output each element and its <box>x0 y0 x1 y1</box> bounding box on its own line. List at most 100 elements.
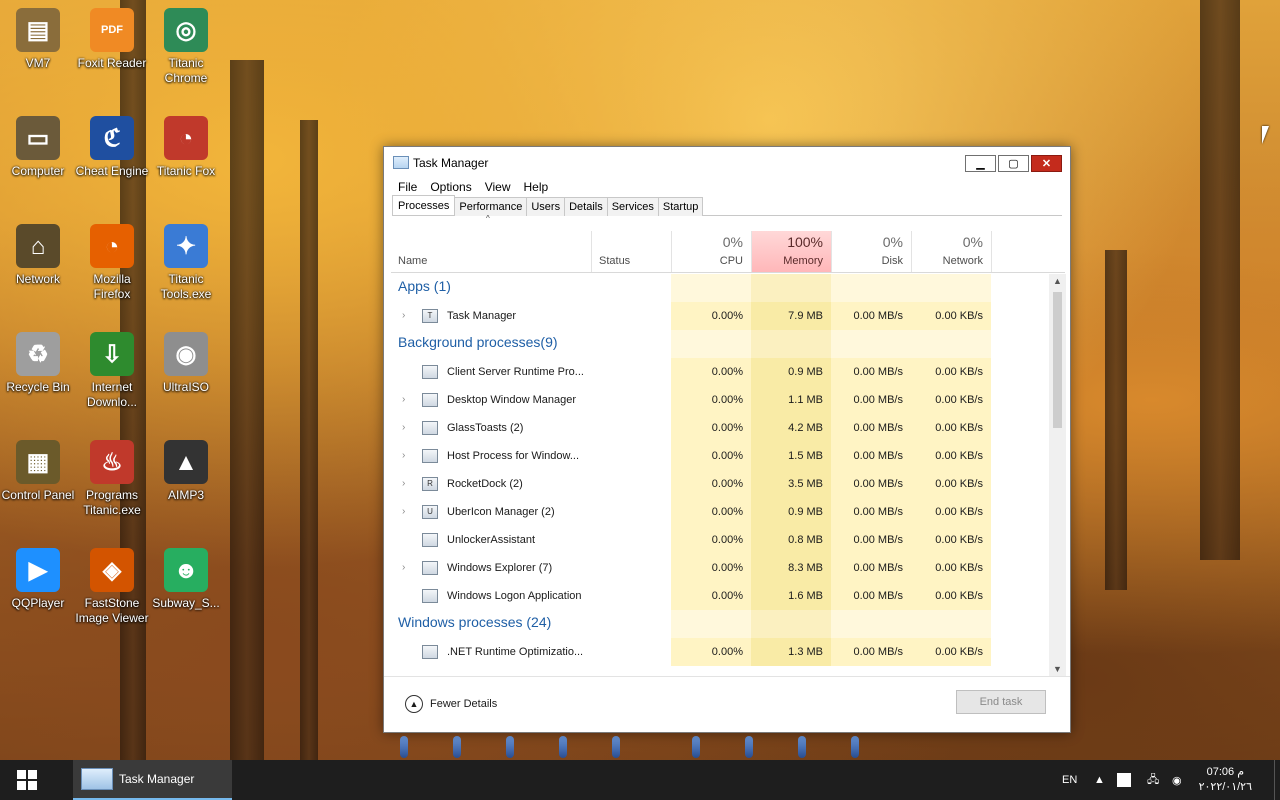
scroll-down-icon[interactable]: ▼ <box>1053 664 1062 674</box>
dock-item[interactable] <box>798 736 806 758</box>
desktop-icon[interactable]: ♻ Recycle Bin <box>0 328 76 395</box>
desktop-icon[interactable]: ☻ Subway_S... <box>148 544 224 611</box>
tray-chevron-icon[interactable]: ▲ <box>1094 760 1105 800</box>
memory-cell <box>751 274 831 302</box>
menu-file[interactable]: File <box>392 178 424 196</box>
dock-item[interactable] <box>612 736 620 758</box>
chevron-right-icon[interactable]: › <box>402 394 405 405</box>
table-row[interactable]: › Host Process for Window... 0.00% 1.5 MB 0.… <box>391 442 1065 470</box>
scroll-up-icon[interactable]: ▲ <box>1053 276 1062 286</box>
column-status[interactable]: Status <box>592 231 671 272</box>
desktop-icon[interactable]: ▶ QQPlayer <box>0 544 76 611</box>
firefox-icon: ◔ <box>90 224 134 268</box>
desktop-icon[interactable]: ▲ AIMP3 <box>148 436 224 503</box>
chevron-right-icon[interactable]: › <box>402 450 405 461</box>
group-header-row[interactable]: Apps (1) <box>391 274 1065 302</box>
column-disk[interactable]: 0% Disk <box>832 231 911 272</box>
desktop-icon[interactable]: ⌂ Network <box>0 220 76 287</box>
group-header-row[interactable]: Background processes(9) <box>391 330 1065 358</box>
chevron-right-icon[interactable]: › <box>402 506 405 517</box>
menu-help[interactable]: Help <box>518 178 556 196</box>
dock-item[interactable] <box>559 736 567 758</box>
network-tray-icon[interactable]: 🖧 <box>1147 760 1159 800</box>
dock-item[interactable] <box>851 736 859 758</box>
table-row[interactable]: › T Task Manager 0.00% 7.9 MB 0.00 MB/s 0.00 K… <box>391 302 1065 330</box>
network-cell <box>911 330 991 358</box>
volume-tray-icon[interactable]: ◉ <box>1172 760 1182 800</box>
column-divider[interactable] <box>991 231 992 272</box>
dock-item[interactable] <box>453 736 461 758</box>
desktop-icon[interactable]: ▤ VM7 <box>0 4 76 71</box>
fewer-details-button[interactable]: ▲ Fewer Details <box>405 695 497 713</box>
column-cpu[interactable]: 0% CPU <box>672 231 751 272</box>
desktop-icon[interactable]: ▦ Control Panel <box>0 436 76 503</box>
dock-item[interactable] <box>745 736 753 758</box>
desktop-icon[interactable]: ◔ Mozilla Firefox <box>74 220 150 302</box>
start-button[interactable] <box>0 760 54 800</box>
table-row[interactable]: Windows Logon Application 0.00% 1.6 MB 0.00… <box>391 582 1065 610</box>
table-row[interactable]: › U UberIcon Manager (2) 0.00% 0.9 MB 0.00 MB… <box>391 498 1065 526</box>
network-cell: 0.00 KB/s <box>911 358 991 386</box>
tab-details[interactable]: Details <box>564 197 608 216</box>
memory-cell <box>751 330 831 358</box>
clock-time: 07:06 م <box>1206 766 1244 778</box>
memory-cell: 8.3 MB <box>751 554 831 582</box>
menu-options[interactable]: Options <box>424 178 478 196</box>
column-network[interactable]: 0% Network <box>912 231 991 272</box>
language-indicator[interactable]: EN <box>1062 760 1077 800</box>
tab-performance[interactable]: Performance <box>454 197 528 216</box>
table-row[interactable]: UnlockerAssistant 0.00% 0.8 MB 0.00 MB/s 0.0… <box>391 526 1065 554</box>
column-memory[interactable]: 100% Memory <box>752 231 831 272</box>
action-center-icon[interactable] <box>1117 760 1131 800</box>
title-bar[interactable]: Task Manager ▁ ▢ ✕ <box>384 147 1070 179</box>
desktop-icon[interactable]: ♨ Programs Titanic.exe <box>74 436 150 518</box>
tab-processes[interactable]: Processes <box>392 195 456 215</box>
dock-item[interactable] <box>400 736 408 758</box>
maximize-button[interactable]: ▢ <box>998 155 1029 172</box>
chevron-right-icon[interactable]: › <box>402 422 405 433</box>
cpu-cell: 0.00% <box>671 554 751 582</box>
menu-view[interactable]: View <box>479 178 518 196</box>
vertical-scrollbar[interactable]: ▲ ▼ <box>1049 274 1066 676</box>
group-header-row[interactable]: Windows processes (24) <box>391 610 1065 638</box>
table-row[interactable]: › Desktop Window Manager 0.00% 1.1 MB 0.00 M… <box>391 386 1065 414</box>
desktop-icon[interactable]: ℭ Cheat Engine <box>74 112 150 179</box>
end-task-button[interactable]: End task <box>956 690 1046 714</box>
tab-startup[interactable]: Startup <box>657 197 704 216</box>
table-row[interactable]: Client Server Runtime Pro... 0.00% 0.9 MB 0… <box>391 358 1065 386</box>
desktop-icon[interactable]: ⇩ Internet Downlo... <box>74 328 150 410</box>
close-button[interactable]: ✕ <box>1031 155 1062 172</box>
scroll-thumb[interactable] <box>1053 292 1062 428</box>
desktop-icon[interactable]: PDF Foxit Reader <box>74 4 150 71</box>
tab-services[interactable]: Services <box>606 197 659 216</box>
desktop-icon-label: Subway_S... <box>152 596 220 610</box>
desktop-icon[interactable]: ◈ FastStone Image Viewer <box>74 544 150 626</box>
process-name: Desktop Window Manager <box>447 394 577 406</box>
cpu-cell: 0.00% <box>671 414 751 442</box>
column-name[interactable]: Name <box>391 231 591 272</box>
desktop-icon[interactable]: ◔ Titanic Fox <box>148 112 224 179</box>
show-desktop-button[interactable] <box>1274 760 1280 800</box>
desktop-icon[interactable]: ✦ Titanic Tools.exe <box>148 220 224 302</box>
chevron-right-icon[interactable]: › <box>402 310 405 321</box>
dock-item[interactable] <box>506 736 514 758</box>
desktop-icon[interactable]: ◎ Titanic Chrome <box>148 4 224 86</box>
desktop-icon[interactable]: ◉ UltraISO <box>148 328 224 395</box>
tab-users[interactable]: Users <box>526 197 566 216</box>
firefox-icon: ◔ <box>164 116 208 160</box>
taskbar-app-task-manager[interactable]: Task Manager <box>73 760 232 800</box>
chevron-right-icon[interactable]: › <box>402 562 405 573</box>
memory-cell: 1.6 MB <box>751 582 831 610</box>
clock[interactable]: 07:06 م ٢٠٢٢/٠١/٢٦ <box>1199 765 1252 795</box>
process-icon <box>422 393 438 407</box>
chevron-right-icon[interactable]: › <box>402 478 405 489</box>
table-row[interactable]: › Windows Explorer (7) 0.00% 8.3 MB 0.00 MB/… <box>391 554 1065 582</box>
table-row[interactable]: › GlassToasts (2) 0.00% 4.2 MB 0.00 MB/s 0.00… <box>391 414 1065 442</box>
group-label: Apps (1) <box>398 278 451 294</box>
dock-item[interactable] <box>692 736 700 758</box>
minimize-button[interactable]: ▁ <box>965 155 996 172</box>
desktop-icon[interactable]: ▭ Computer <box>0 112 76 179</box>
memory-cell: 0.9 MB <box>751 358 831 386</box>
table-row[interactable]: › R RocketDock (2) 0.00% 3.5 MB 0.00 MB/s 0.00… <box>391 470 1065 498</box>
table-row[interactable]: .NET Runtime Optimizatio... 0.00% 1.3 MB 0.… <box>391 638 1065 666</box>
